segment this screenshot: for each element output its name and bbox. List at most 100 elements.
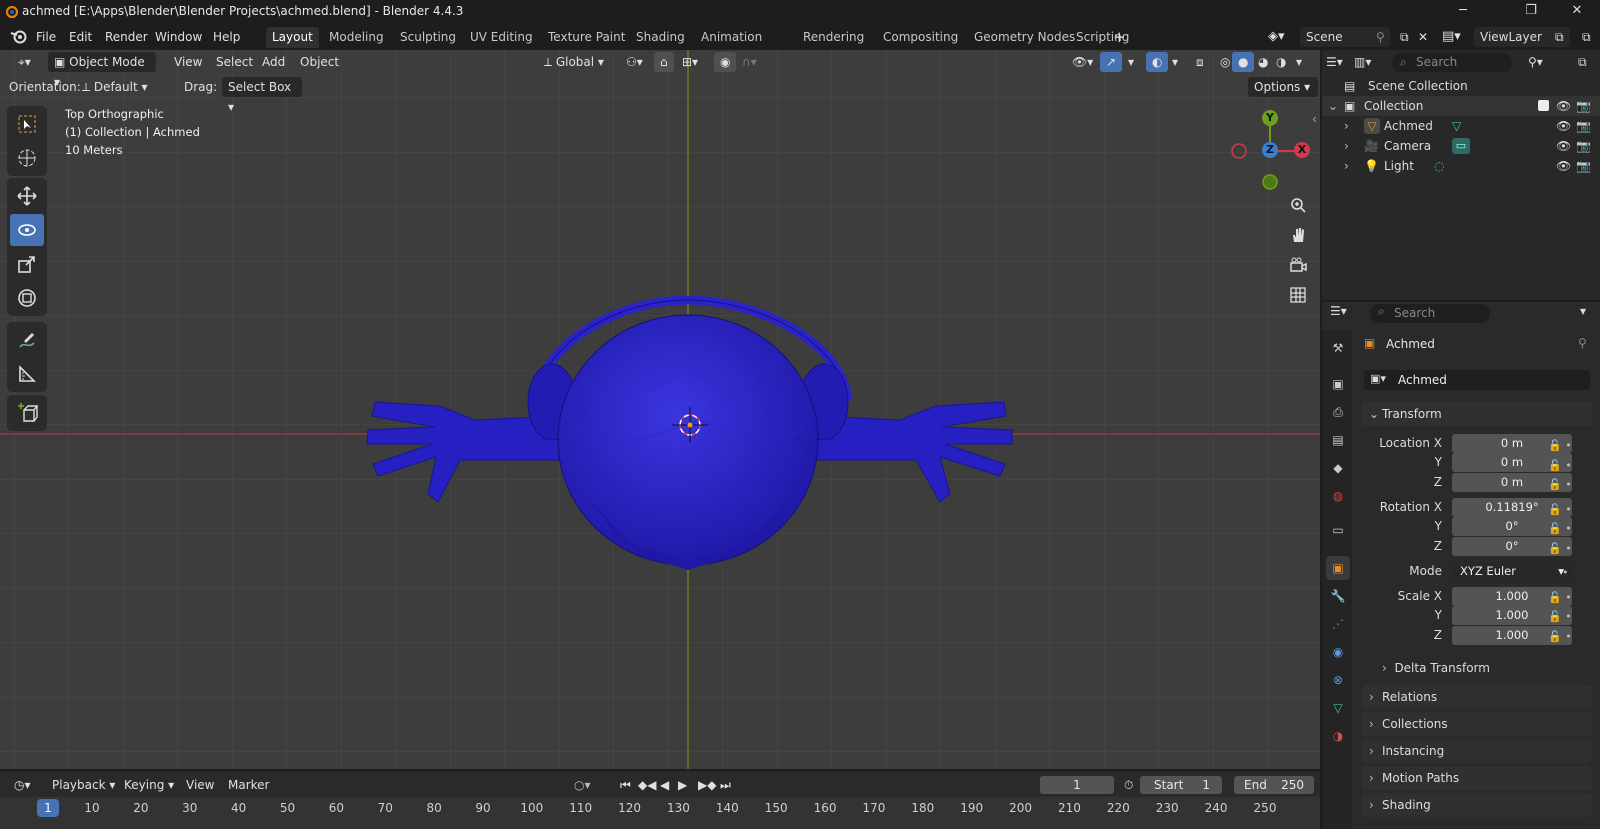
- sidebar-toggle-icon[interactable]: ‹: [1312, 112, 1317, 126]
- keying-menu[interactable]: Keying ▾: [118, 775, 180, 795]
- lock-icon[interactable]: 🔓 •: [1548, 500, 1596, 520]
- material-tab-icon[interactable]: ◑: [1326, 724, 1350, 748]
- pin-icon[interactable]: ⚲: [1372, 28, 1389, 46]
- remove-scene-icon[interactable]: ✕: [1414, 28, 1432, 46]
- play-icon[interactable]: ▶: [672, 775, 693, 795]
- render-camera-icon[interactable]: 📷: [1576, 116, 1591, 136]
- drag-selector[interactable]: Select Box ▾: [222, 77, 302, 114]
- tab-layout[interactable]: Layout: [266, 27, 319, 48]
- menu-object[interactable]: Object: [294, 52, 345, 72]
- gizmo-z-axis[interactable]: Z: [1262, 142, 1278, 158]
- properties-search-input[interactable]: Search: [1370, 304, 1490, 323]
- constraints-tab-icon[interactable]: ⊗: [1326, 668, 1350, 692]
- minimize-button[interactable]: ─: [1440, 0, 1486, 24]
- annotate-tool-icon[interactable]: [10, 324, 44, 356]
- gizmo-y-axis[interactable]: Y: [1262, 110, 1278, 126]
- tab-rendering[interactable]: Rendering: [797, 27, 870, 48]
- orientation-selector[interactable]: ⟂ Default ▾: [76, 77, 174, 97]
- pan-hand-icon[interactable]: [1284, 221, 1312, 249]
- camera-view-icon[interactable]: [1284, 251, 1312, 279]
- close-window-button[interactable]: ✕: [1554, 0, 1600, 24]
- snap-toggle-icon[interactable]: ⌂: [654, 52, 674, 72]
- end-frame-field[interactable]: End 250: [1234, 776, 1314, 794]
- lock-icon[interactable]: 🔓 •: [1548, 436, 1596, 456]
- lock-icon[interactable]: 🔓 •: [1548, 627, 1596, 647]
- visibility-eye-icon[interactable]: 👁: [1556, 156, 1571, 176]
- viewport-canvas[interactable]: [0, 50, 1320, 769]
- exclude-checkbox[interactable]: [1538, 100, 1549, 111]
- pivot-point-icon[interactable]: ⚇▾: [620, 52, 649, 72]
- render-tab-icon[interactable]: ▣: [1326, 372, 1350, 396]
- gizmo-x-axis[interactable]: X: [1294, 142, 1310, 158]
- timeline-view-menu[interactable]: View: [180, 775, 220, 795]
- cursor-tool-icon[interactable]: [10, 142, 44, 174]
- proportional-falloff-icon[interactable]: ∩▾: [736, 52, 763, 72]
- options-button[interactable]: Options ▾: [1248, 77, 1318, 97]
- blender-menu-icon[interactable]: [10, 29, 28, 45]
- shading-options-icon[interactable]: ▾: [1290, 52, 1308, 72]
- timeline-editor-type-icon[interactable]: ◷▾: [8, 775, 37, 795]
- properties-options-icon[interactable]: ▾: [1580, 304, 1586, 318]
- playback-menu[interactable]: Playback ▾: [46, 775, 121, 795]
- lock-icon[interactable]: 🔓 •: [1548, 607, 1596, 627]
- tab-uv-editing[interactable]: UV Editing: [464, 27, 539, 48]
- transform-panel-header[interactable]: ⌄ Transform: [1362, 402, 1592, 426]
- expand-arrow-icon[interactable]: ›: [1344, 116, 1349, 136]
- object-tab-icon[interactable]: ▣: [1326, 556, 1350, 580]
- properties-editor-type-icon[interactable]: ☰▾: [1330, 304, 1347, 318]
- preview-range-icon[interactable]: ⏱: [1118, 775, 1139, 795]
- auto-keying-icon[interactable]: ○▾: [568, 775, 597, 795]
- show-gizmo-icon[interactable]: ↗: [1100, 52, 1123, 72]
- outliner-row-light[interactable]: › 💡 Light ◌ 👁 📷: [1322, 156, 1600, 176]
- relations-panel-header[interactable]: › Relations: [1362, 685, 1592, 709]
- maximize-button[interactable]: ❐: [1508, 0, 1554, 24]
- gizmo-dropdown-icon[interactable]: ▾: [1122, 52, 1140, 72]
- pin-icon[interactable]: ⚲: [1578, 336, 1587, 350]
- menu-edit[interactable]: Edit: [65, 28, 96, 46]
- tab-texture-paint[interactable]: Texture Paint: [542, 27, 631, 48]
- menu-render[interactable]: Render: [101, 28, 152, 46]
- 3d-viewport[interactable]: Y Z X Top Orthographic (1) Collection | …: [0, 50, 1320, 769]
- new-collection-icon[interactable]: ⧉: [1578, 52, 1587, 72]
- tab-compositing[interactable]: Compositing: [877, 27, 964, 48]
- scene-selector-icon[interactable]: ◈▾: [1264, 28, 1289, 46]
- marker-menu[interactable]: Marker: [222, 775, 275, 795]
- menu-view[interactable]: View: [168, 52, 208, 72]
- jump-end-icon[interactable]: ⏭: [714, 775, 737, 795]
- new-viewlayer-icon[interactable]: ⧉: [1551, 28, 1568, 46]
- visibility-eye-icon[interactable]: 👁: [1556, 116, 1571, 136]
- tab-sculpting[interactable]: Sculpting: [394, 27, 462, 48]
- rotate-tool-icon[interactable]: [10, 214, 44, 246]
- mode-selector[interactable]: ▣ Object Mode ▾: [48, 52, 156, 89]
- expand-arrow-icon[interactable]: ›: [1344, 136, 1349, 156]
- menu-add[interactable]: Add: [256, 52, 291, 72]
- menu-select[interactable]: Select: [210, 52, 259, 72]
- outliner-row-scene-collection[interactable]: ▤ Scene Collection: [1322, 76, 1600, 96]
- modifier-tab-icon[interactable]: 🔧: [1326, 584, 1350, 608]
- snap-target-icon[interactable]: ⊞▾: [676, 52, 704, 72]
- menu-file[interactable]: File: [32, 28, 60, 46]
- outliner-search-input[interactable]: Search: [1392, 53, 1512, 72]
- select-box-tool-icon[interactable]: [10, 108, 44, 140]
- transform-tool-icon[interactable]: [10, 282, 44, 314]
- menu-help[interactable]: Help: [209, 28, 244, 46]
- start-frame-field[interactable]: Start 1: [1140, 776, 1222, 794]
- instancing-panel-header[interactable]: › Instancing: [1362, 739, 1592, 763]
- scene-tab-icon[interactable]: ◆: [1326, 456, 1350, 480]
- outliner-editor-type-icon[interactable]: ☰▾: [1326, 52, 1343, 72]
- lock-icon[interactable]: 🔓 •: [1548, 519, 1596, 539]
- light-data-icon[interactable]: ◌: [1434, 156, 1444, 176]
- move-tool-icon[interactable]: [10, 180, 44, 212]
- camera-data-icon[interactable]: ▭: [1452, 138, 1470, 154]
- outliner-row-achmed[interactable]: › ▽ Achmed ▽ 👁 📷: [1322, 116, 1600, 136]
- scale-tool-icon[interactable]: [10, 248, 44, 280]
- tab-modeling[interactable]: Modeling: [323, 27, 390, 48]
- collapse-arrow-icon[interactable]: ⌄: [1328, 96, 1338, 116]
- lock-icon[interactable]: 🔓 •: [1548, 475, 1596, 495]
- current-frame-field[interactable]: 1: [1040, 776, 1114, 794]
- viewlayer-selector-icon[interactable]: ▤▾: [1438, 28, 1465, 46]
- expand-arrow-icon[interactable]: ›: [1344, 156, 1349, 176]
- add-workspace-icon[interactable]: +: [1109, 28, 1130, 46]
- overlays-dropdown-icon[interactable]: ▾: [1166, 52, 1184, 72]
- collection-tab-icon[interactable]: ▭: [1326, 518, 1350, 542]
